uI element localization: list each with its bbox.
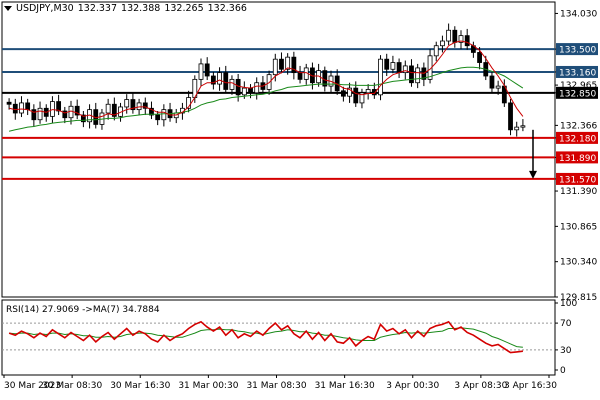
price-chart[interactable]: 134.030132.965131.390130.865130.340129.8… [0, 0, 600, 400]
candle-body [378, 58, 383, 96]
price-tick-label: 134.030 [560, 9, 597, 19]
candle-body [155, 114, 161, 121]
candle-body [124, 99, 130, 108]
price-tick-label: 130.865 [560, 222, 597, 232]
candle-body [248, 87, 253, 94]
candle-body [464, 35, 470, 47]
level-label: 133.500 [559, 46, 596, 56]
time-tick-label: 3 Apr 08:30 [454, 381, 507, 391]
candle-body [452, 29, 458, 43]
candle-body [402, 65, 408, 74]
time-tick-label: 31 Mar 16:30 [315, 381, 375, 391]
candle-body [217, 72, 222, 85]
rsi-tick-label: 100 [560, 299, 577, 309]
candle-body [136, 102, 142, 111]
rsi-tick-label: 30 [560, 346, 572, 356]
candle-body [223, 72, 229, 90]
candle-body [6, 101, 12, 105]
candle-body [440, 40, 445, 47]
time-tick-label: 31 Mar 00:30 [178, 381, 238, 391]
candle-body [415, 67, 421, 84]
price-tick-label: 131.390 [560, 187, 597, 197]
forecast-arrow-icon [529, 170, 537, 179]
candle-body [508, 102, 513, 131]
level-label: 133.160 [559, 68, 596, 78]
ma-slow-line [8, 66, 524, 132]
candle-body [279, 58, 284, 70]
candle-body [241, 87, 247, 96]
candle-body [365, 89, 371, 94]
candle-body [37, 107, 43, 121]
level-label: 132.850 [559, 89, 596, 99]
rsi-line [8, 320, 523, 354]
rsi-plot-frame [1, 299, 556, 376]
candle-body [272, 58, 278, 76]
candle-body [235, 78, 241, 96]
time-tick-label: 30 Mar 16:30 [110, 381, 170, 391]
time-tick-label: 31 Mar 08:30 [246, 381, 306, 391]
candle-body [68, 105, 74, 119]
rsi-tick-label: 0 [560, 366, 566, 376]
candle-body [161, 109, 167, 121]
candle-body [520, 125, 526, 128]
level-label: 132.180 [559, 134, 596, 144]
rsi-tick-label: 70 [560, 319, 572, 329]
candle-body [12, 103, 18, 114]
candle-body [514, 126, 520, 131]
candle-body [495, 85, 501, 89]
candle-body [353, 87, 359, 104]
candle-body [433, 45, 439, 57]
candle-body [25, 102, 31, 111]
candle-body [409, 65, 414, 84]
candle-body [390, 62, 396, 70]
candle-body [297, 72, 303, 80]
candle-body [56, 101, 62, 112]
candle-body [254, 82, 260, 94]
candle-body [105, 103, 111, 114]
candle-body [396, 62, 402, 74]
time-tick-label: 3 Apr 00:30 [386, 381, 439, 391]
candle-body [204, 63, 210, 77]
time-tick-label: 30 Mar 08:30 [42, 381, 102, 391]
candle-body [446, 29, 452, 42]
level-label: 131.570 [559, 175, 596, 185]
candle-body [340, 90, 346, 97]
ma-fast-line [8, 40, 524, 119]
candle-body [50, 101, 55, 117]
time-tick-label: 3 Apr 16:30 [504, 381, 557, 391]
candle-body [198, 63, 204, 80]
candle-body [489, 75, 495, 89]
price-tick-label: 130.340 [560, 258, 597, 268]
candle-body [19, 102, 24, 114]
level-label: 131.890 [559, 154, 596, 164]
candle-body [229, 78, 235, 90]
candle-body [384, 58, 390, 70]
candle-body [477, 52, 482, 63]
current-price-label: 132.366 [560, 121, 597, 131]
